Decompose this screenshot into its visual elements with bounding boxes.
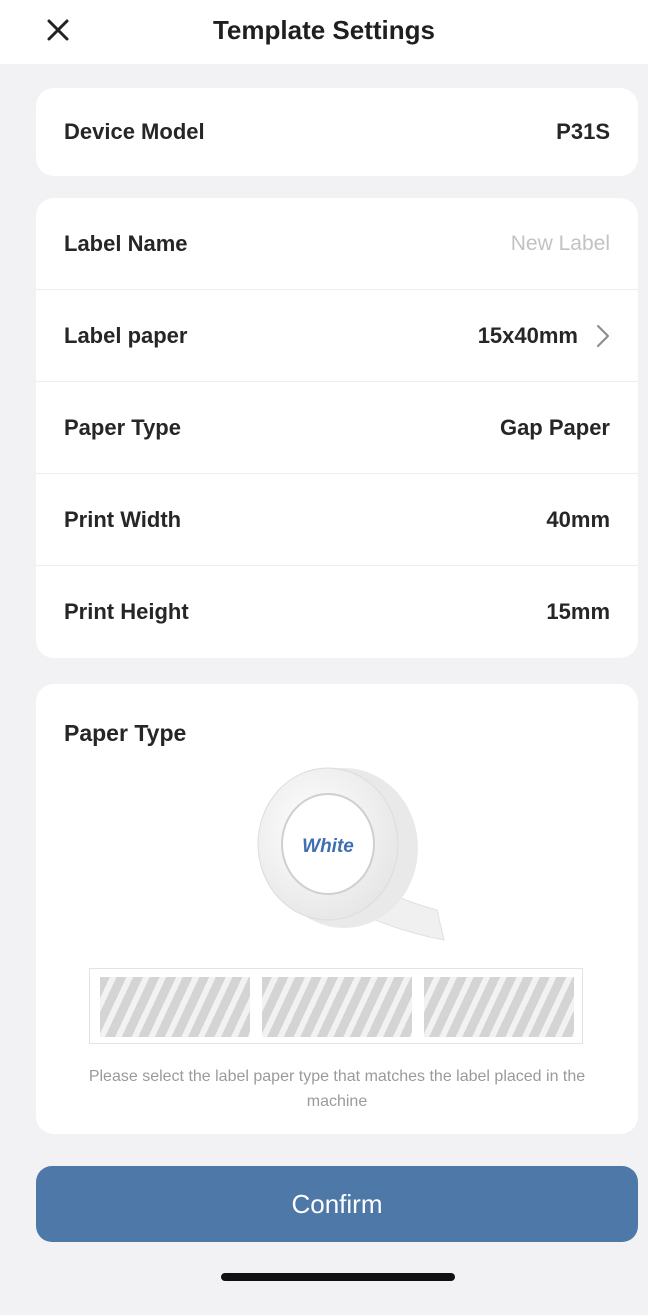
label-paper-value-wrap: 15x40mm — [478, 323, 610, 349]
label-paper-row[interactable]: Label paper 15x40mm — [36, 290, 638, 382]
home-indicator — [221, 1273, 455, 1281]
print-width-value: 40mm — [546, 506, 610, 532]
label-name-input[interactable] — [310, 231, 610, 256]
print-height-label: Print Height — [64, 599, 189, 624]
label-paper-value: 15x40mm — [477, 322, 578, 348]
page-title: Template Settings — [212, 15, 435, 45]
paper-type-card: Paper Type White Please select the label… — [36, 684, 638, 1134]
label-settings-card: Label Name Label paper 15x40mm Paper Typ… — [36, 198, 638, 658]
print-width-row: Print Width 40mm — [36, 474, 638, 566]
label-segment — [424, 977, 574, 1037]
device-model-row: Device Model P31S — [36, 88, 638, 176]
roll-label-text: White — [302, 836, 354, 857]
label-segment — [100, 977, 250, 1037]
print-height-row: Print Height 15mm — [36, 566, 638, 658]
device-model-label: Device Model — [64, 119, 205, 144]
label-name-label: Label Name — [64, 230, 188, 256]
paper-type-section-title: Paper Type — [64, 720, 187, 746]
label-name-row[interactable]: Label Name — [36, 198, 638, 290]
top-bar: Template Settings — [0, 0, 648, 64]
paper-type-value: Gap Paper — [499, 414, 610, 440]
device-model-card: Device Model P31S — [36, 88, 638, 176]
paper-type-hint: Please select the label paper type that … — [88, 1068, 586, 1110]
chevron-right-icon — [596, 324, 610, 348]
label-roll-image: White — [257, 767, 445, 941]
print-height-value: 15mm — [546, 599, 610, 624]
label-segment — [262, 977, 412, 1037]
device-model-value: P31S — [556, 119, 610, 144]
label-paper-label: Label paper — [64, 322, 188, 348]
print-width-label: Print Width — [64, 506, 182, 532]
paper-type-row[interactable]: Paper Type Gap Paper — [36, 382, 638, 474]
confirm-button[interactable]: Confirm — [36, 1166, 638, 1242]
paper-type-label: Paper Type — [64, 414, 181, 440]
gap-paper-strip — [89, 968, 583, 1044]
